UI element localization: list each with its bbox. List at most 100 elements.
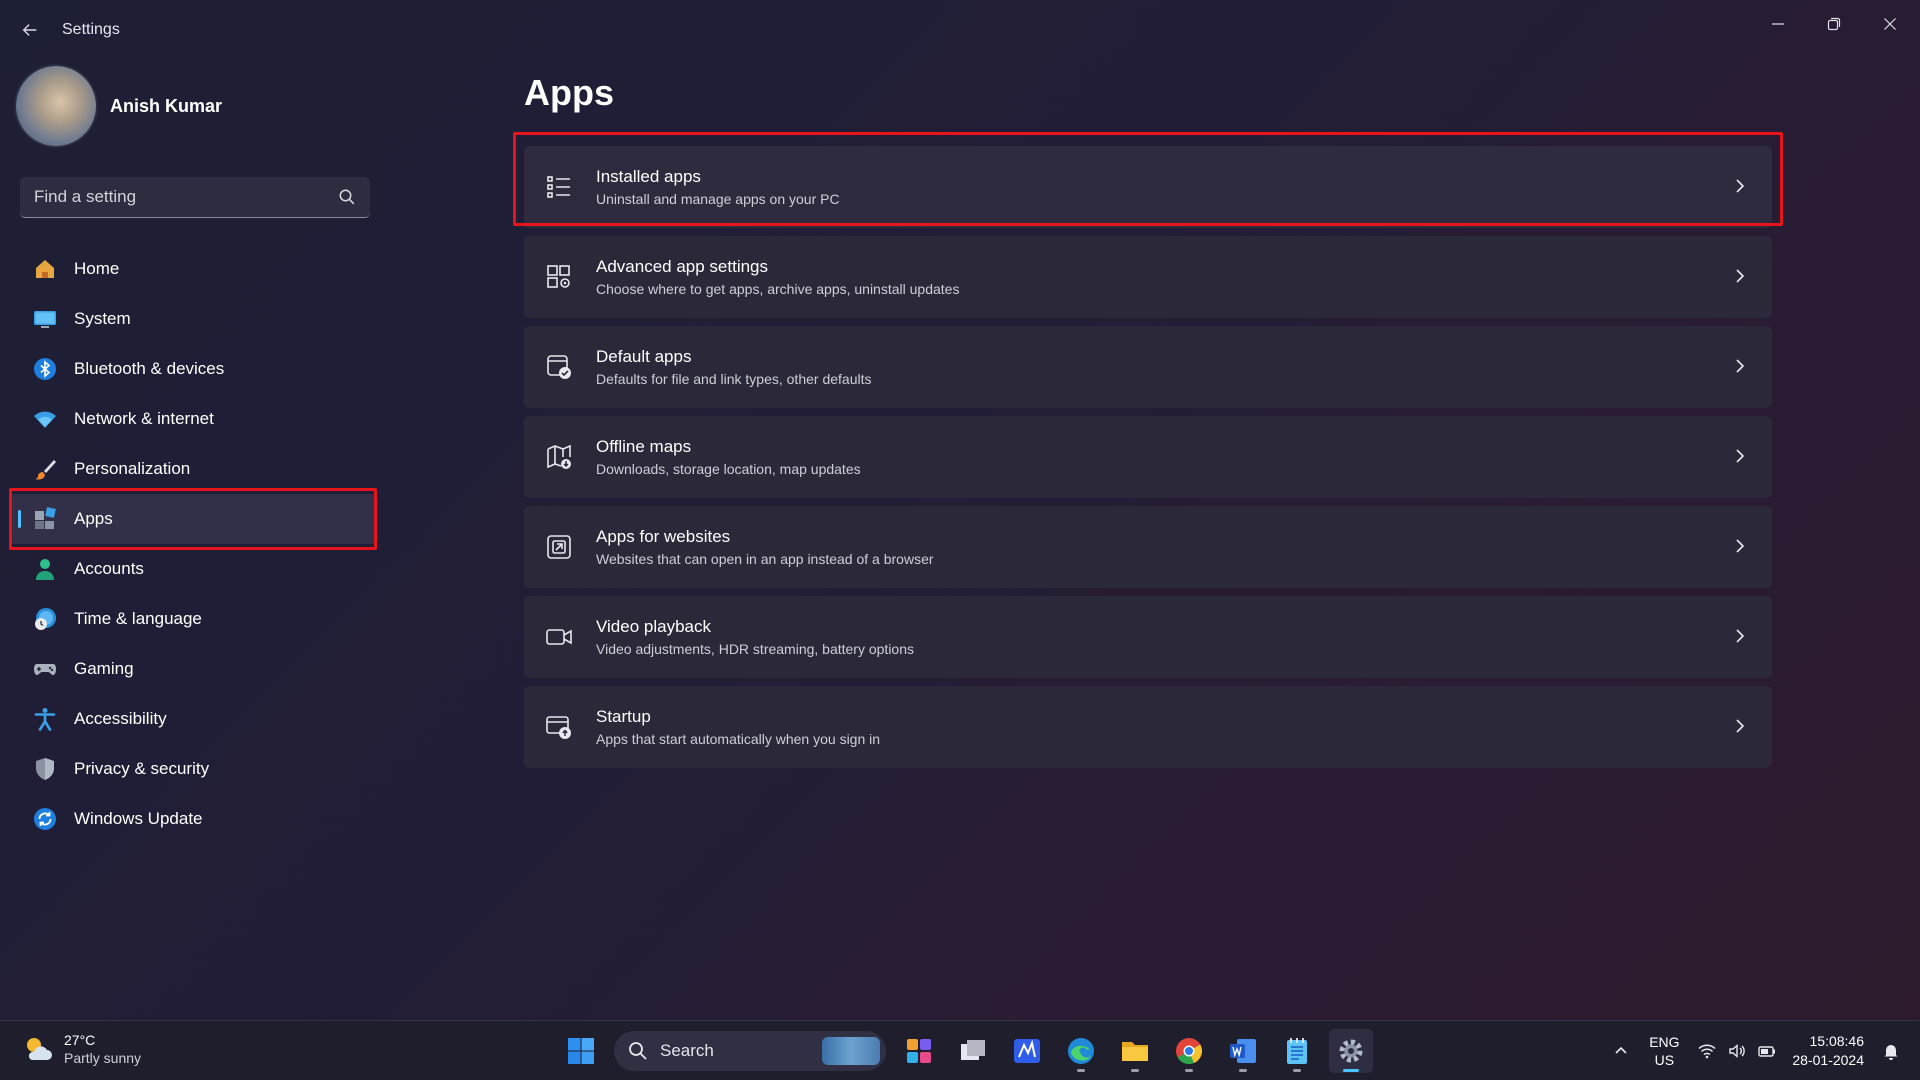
- back-button[interactable]: [18, 18, 42, 42]
- taskbar-app-notepad[interactable]: [1275, 1029, 1319, 1073]
- volume-control[interactable]: [1728, 1042, 1746, 1060]
- sidebar-item-gaming[interactable]: Gaming: [10, 644, 378, 694]
- sidebar-item-label: Privacy & security: [74, 759, 210, 778]
- taskbar-app-task-view[interactable]: [951, 1029, 995, 1073]
- wifi-icon: [32, 406, 58, 432]
- sidebar-nav: Home System Bluetooth & devices Network …: [10, 244, 378, 844]
- chevron-right-icon: [1736, 269, 1745, 283]
- page-title: Apps: [524, 72, 614, 113]
- user-name: Anish Kumar: [110, 95, 223, 116]
- taskbar-app-edge[interactable]: [1059, 1029, 1103, 1073]
- bluetooth-icon: [32, 356, 58, 382]
- card-video-playback[interactable]: Video playback Video adjustments, HDR st…: [524, 596, 1772, 678]
- chrome-browser-icon: [1176, 1038, 1203, 1065]
- sidebar-item-personalization[interactable]: Personalization: [10, 444, 378, 494]
- card-subtitle: Uninstall and manage apps on your PC: [596, 191, 840, 207]
- app-settings-icon: [544, 262, 574, 292]
- taskbar-app-settings[interactable]: [1329, 1029, 1373, 1073]
- system-icon: [32, 306, 58, 332]
- clock[interactable]: 15:08:46 28-01-2024: [1792, 1032, 1864, 1070]
- list-icon: [544, 172, 574, 202]
- sidebar-item-privacy-security[interactable]: Privacy & security: [10, 744, 378, 794]
- apps-icon: [32, 506, 58, 532]
- network-status[interactable]: [1698, 1042, 1716, 1060]
- settings-gear-icon: [1339, 1039, 1363, 1063]
- taskbar-app-editor[interactable]: [1005, 1029, 1049, 1073]
- gamepad-icon: [32, 656, 58, 682]
- sidebar-item-label: Network & internet: [74, 409, 214, 428]
- sidebar-item-accounts[interactable]: Accounts: [10, 544, 378, 594]
- start-button[interactable]: [559, 1029, 603, 1073]
- running-indicator: [1239, 1069, 1247, 1072]
- search-icon: [629, 1042, 647, 1060]
- copilot-icon: [907, 1039, 931, 1063]
- startup-icon: [544, 712, 574, 742]
- taskbar-search[interactable]: Search: [614, 1031, 886, 1071]
- taskbar-apps: Search: [554, 1029, 1378, 1073]
- card-installed-apps[interactable]: Installed apps Uninstall and manage apps…: [524, 146, 1772, 228]
- card-apps-for-websites[interactable]: Apps for websites Websites that can open…: [524, 506, 1772, 588]
- home-icon: [32, 256, 58, 282]
- chevron-right-icon: [1736, 539, 1745, 553]
- card-advanced-app-settings[interactable]: Advanced app settings Choose where to ge…: [524, 236, 1772, 318]
- minimize-button[interactable]: [1754, 6, 1802, 42]
- taskbar: 27°C Partly sunny Search ENG US 15:08:46…: [0, 1020, 1920, 1080]
- taskbar-app-file-explorer[interactable]: [1113, 1029, 1157, 1073]
- sidebar-item-label: Personalization: [74, 459, 191, 478]
- settings-card-list: Installed apps Uninstall and manage apps…: [524, 146, 1772, 776]
- sidebar-item-windows-update[interactable]: Windows Update: [10, 794, 378, 844]
- sidebar-item-home[interactable]: Home: [10, 244, 378, 294]
- card-default-apps[interactable]: Default apps Defaults for file and link …: [524, 326, 1772, 408]
- sidebar-item-network[interactable]: Network & internet: [10, 394, 378, 444]
- windows-logo-icon: [568, 1038, 594, 1064]
- show-hidden-icons-button[interactable]: [1612, 1042, 1630, 1060]
- sidebar-item-time-language[interactable]: Time & language: [10, 594, 378, 644]
- sidebar-item-label: Apps: [74, 509, 113, 528]
- weather-widget[interactable]: 27°C Partly sunny: [22, 1031, 141, 1067]
- card-subtitle: Apps that start automatically when you s…: [596, 731, 881, 747]
- notifications-button[interactable]: [1882, 1042, 1900, 1060]
- running-indicator: [1343, 1069, 1359, 1072]
- card-title: Startup: [596, 707, 651, 726]
- search-highlight-image: [822, 1037, 880, 1065]
- sidebar-item-bluetooth[interactable]: Bluetooth & devices: [10, 344, 378, 394]
- sidebar-item-accessibility[interactable]: Accessibility: [10, 694, 378, 744]
- arrow-left-icon: [22, 24, 37, 36]
- wifi-icon: [1698, 1044, 1716, 1059]
- shield-icon: [32, 756, 58, 782]
- running-indicator: [1131, 1069, 1139, 1072]
- user-profile[interactable]: Anish Kumar: [16, 66, 222, 146]
- close-button[interactable]: [1866, 6, 1914, 42]
- app-title: Settings: [62, 21, 120, 38]
- search-input[interactable]: [20, 187, 320, 207]
- battery-status[interactable]: [1758, 1042, 1776, 1060]
- system-tray: ENG US 15:08:46 28-01-2024: [1606, 1021, 1920, 1080]
- sidebar-item-apps[interactable]: Apps: [10, 494, 378, 544]
- search-icon[interactable]: [338, 188, 356, 206]
- card-offline-maps[interactable]: Offline maps Downloads, storage location…: [524, 416, 1772, 498]
- weather-description: Partly sunny: [64, 1050, 142, 1066]
- sidebar-item-label: Accessibility: [74, 709, 167, 728]
- language-code: ENG: [1649, 1034, 1680, 1050]
- card-startup[interactable]: Startup Apps that start automatically wh…: [524, 686, 1772, 768]
- chevron-right-icon: [1736, 629, 1745, 643]
- map-icon: [544, 442, 574, 472]
- card-subtitle: Websites that can open in an app instead…: [596, 551, 934, 567]
- restore-button[interactable]: [1810, 6, 1858, 42]
- card-subtitle: Video adjustments, HDR streaming, batter…: [596, 641, 915, 657]
- card-title: Apps for websites: [596, 527, 731, 546]
- sidebar-item-system[interactable]: System: [10, 294, 378, 344]
- card-title: Advanced app settings: [596, 257, 769, 276]
- brush-icon: [32, 456, 58, 482]
- taskbar-app-word[interactable]: [1221, 1029, 1265, 1073]
- taskbar-app-copilot[interactable]: [897, 1029, 941, 1073]
- taskbar-app-chrome[interactable]: [1167, 1029, 1211, 1073]
- language-indicator[interactable]: ENG US: [1642, 1033, 1686, 1069]
- settings-search-box[interactable]: [20, 177, 370, 218]
- chevron-right-icon: [1736, 719, 1745, 733]
- weather-temperature: 27°C: [64, 1032, 96, 1048]
- video-icon: [544, 622, 574, 652]
- sidebar-item-label: Windows Update: [74, 809, 203, 828]
- speaker-icon: [1729, 1043, 1746, 1059]
- running-indicator: [1077, 1069, 1085, 1072]
